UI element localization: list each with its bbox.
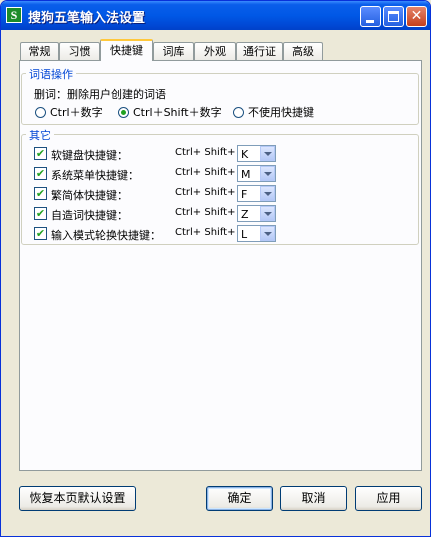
radio-circle-selected bbox=[118, 106, 129, 118]
hotkey-label: 软键盘快捷键： bbox=[51, 149, 128, 162]
input-mode-checkbox[interactable]: ✔ bbox=[34, 227, 47, 240]
radio-label: 不使用快捷键 bbox=[248, 106, 314, 119]
sogou-s-icon: S bbox=[6, 7, 22, 23]
trad-simp-checkbox[interactable]: ✔ bbox=[34, 187, 47, 200]
chevron-down-icon[interactable] bbox=[260, 186, 275, 201]
radio-ctrl-shift-number[interactable]: Ctrl＋Shift＋数字 bbox=[118, 104, 222, 119]
checkmark-icon: ✔ bbox=[35, 227, 46, 240]
maximize-icon bbox=[388, 11, 399, 22]
trad-simp-key-select[interactable]: F bbox=[237, 185, 276, 202]
tab-habits[interactable]: 习惯 bbox=[59, 42, 100, 60]
delete-word-description: 删词：删除用户创建的词语 bbox=[34, 88, 166, 101]
title-bar[interactable]: S 搜狗五笔输入法设置 ✕ bbox=[1, 1, 430, 30]
modifier-text: Ctrl+ Shift+ bbox=[175, 167, 236, 178]
hotkey-label: 系统菜单快捷键： bbox=[51, 169, 139, 182]
radio-ctrl-number[interactable]: Ctrl＋数字 bbox=[35, 104, 103, 119]
tab-passport[interactable]: 通行证 bbox=[236, 42, 283, 60]
modifier-text: Ctrl+ Shift+ bbox=[175, 147, 236, 158]
checkmark-icon: ✔ bbox=[35, 167, 46, 180]
other-group-label: 其它 bbox=[26, 127, 54, 143]
chevron-down-icon[interactable] bbox=[260, 206, 275, 221]
modifier-text: Ctrl+ Shift+ bbox=[175, 207, 236, 218]
window-title: 搜狗五笔输入法设置 bbox=[28, 11, 146, 26]
minimize-icon bbox=[366, 20, 374, 23]
selected-key: L bbox=[241, 228, 248, 241]
modifier-text: Ctrl+ Shift+ bbox=[175, 227, 236, 238]
system-menu-key-select[interactable]: M bbox=[237, 165, 276, 182]
custom-word-checkbox[interactable]: ✔ bbox=[34, 207, 47, 220]
cancel-button[interactable]: 取消 bbox=[280, 486, 347, 511]
radio-label: Ctrl＋Shift＋数字 bbox=[133, 106, 222, 119]
chevron-down-icon[interactable] bbox=[260, 146, 275, 161]
tab-advanced[interactable]: 高级 bbox=[283, 42, 323, 60]
radio-label: Ctrl＋数字 bbox=[50, 106, 103, 119]
soft-keyboard-checkbox[interactable]: ✔ bbox=[34, 147, 47, 160]
word-ops-group-label: 词语操作 bbox=[26, 66, 76, 82]
close-button[interactable]: ✕ bbox=[406, 6, 427, 27]
tab-appearance[interactable]: 外观 bbox=[194, 42, 236, 60]
input-mode-key-select[interactable]: L bbox=[237, 225, 276, 242]
radio-no-hotkey[interactable]: 不使用快捷键 bbox=[233, 104, 314, 119]
hotkey-label: 繁简体快捷键： bbox=[51, 189, 128, 202]
checkmark-icon: ✔ bbox=[35, 207, 46, 220]
close-icon: ✕ bbox=[410, 8, 423, 24]
checkmark-icon: ✔ bbox=[35, 147, 46, 160]
chevron-down-icon[interactable] bbox=[260, 166, 275, 181]
hotkey-label: 输入模式轮换快捷键： bbox=[51, 229, 161, 242]
ok-button[interactable]: 确定 bbox=[206, 486, 273, 511]
settings-window: S 搜狗五笔输入法设置 ✕ 常规 习惯 快捷键 词库 外观 通行证 高级 词语操… bbox=[0, 0, 431, 537]
selected-key: Z bbox=[241, 208, 249, 221]
tab-dictionary[interactable]: 词库 bbox=[153, 42, 194, 60]
maximize-button[interactable] bbox=[383, 6, 404, 27]
soft-keyboard-key-select[interactable]: K bbox=[237, 145, 276, 162]
radio-circle bbox=[233, 106, 244, 118]
apply-button[interactable]: 应用 bbox=[355, 486, 422, 511]
modifier-text: Ctrl+ Shift+ bbox=[175, 187, 236, 198]
checkmark-icon: ✔ bbox=[35, 187, 46, 200]
hotkey-label: 自造词快捷键： bbox=[51, 209, 128, 222]
tab-hotkeys[interactable]: 快捷键 bbox=[100, 39, 153, 61]
radio-circle bbox=[35, 106, 46, 118]
tab-general[interactable]: 常规 bbox=[20, 42, 59, 60]
selected-key: M bbox=[241, 168, 251, 181]
selected-key: F bbox=[241, 188, 248, 201]
system-menu-checkbox[interactable]: ✔ bbox=[34, 167, 47, 180]
custom-word-key-select[interactable]: Z bbox=[237, 205, 276, 222]
selected-key: K bbox=[241, 148, 249, 161]
chevron-down-icon[interactable] bbox=[260, 226, 275, 241]
minimize-button[interactable] bbox=[360, 6, 381, 27]
restore-defaults-button[interactable]: 恢复本页默认设置 bbox=[19, 486, 136, 511]
